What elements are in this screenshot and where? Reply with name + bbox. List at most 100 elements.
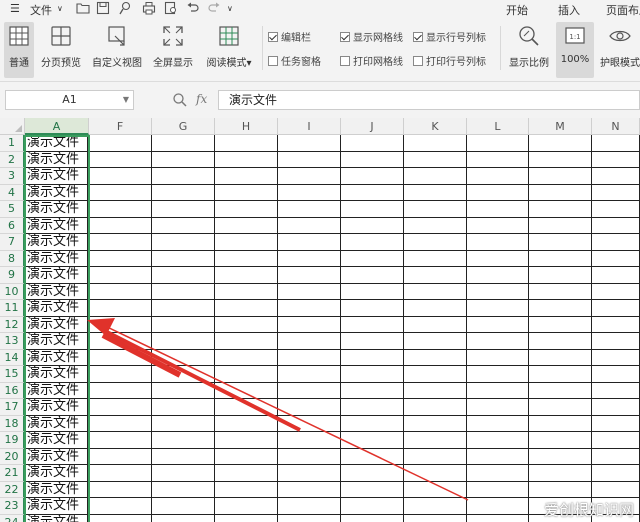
cell-i2[interactable] (278, 151, 341, 168)
cell-f6[interactable] (89, 217, 152, 234)
cell-g2[interactable] (152, 151, 215, 168)
cell-f22[interactable] (89, 481, 152, 498)
cell-a18[interactable]: 演示文件 (25, 415, 88, 432)
tab-home[interactable]: 开始 (506, 2, 528, 18)
cell-a6[interactable]: 演示文件 (25, 217, 88, 234)
file-menu[interactable]: 文件 (30, 2, 52, 18)
cell-f21[interactable] (89, 465, 152, 482)
cell-k22[interactable] (404, 481, 467, 498)
cell-j23[interactable] (341, 498, 404, 515)
cell-m14[interactable] (529, 349, 592, 366)
cell-l11[interactable] (467, 300, 529, 317)
cell-a3[interactable]: 演示文件 (25, 168, 88, 185)
cell-i14[interactable] (278, 349, 341, 366)
cell-h2[interactable] (215, 151, 278, 168)
cell-f1[interactable] (89, 135, 152, 152)
cell-f3[interactable] (89, 168, 152, 185)
cell-m21[interactable] (529, 465, 592, 482)
cell-i24[interactable] (278, 514, 341, 522)
name-box[interactable]: A1 ▼ (5, 90, 134, 110)
row-header-24[interactable]: 24 (0, 514, 25, 522)
cell-l15[interactable] (467, 366, 529, 383)
cell-n5[interactable] (592, 201, 640, 218)
cell-i12[interactable] (278, 316, 341, 333)
cell-f23[interactable] (89, 498, 152, 515)
cell-m17[interactable] (529, 399, 592, 416)
cell-a22[interactable]: 演示文件 (25, 481, 88, 498)
cell-k9[interactable] (404, 267, 467, 284)
cell-n15[interactable] (592, 366, 640, 383)
cell-i4[interactable] (278, 184, 341, 201)
cell-n7[interactable] (592, 234, 640, 251)
cell-h18[interactable] (215, 415, 278, 432)
cell-l17[interactable] (467, 399, 529, 416)
menu-icon[interactable]: ☰ (10, 2, 20, 15)
cell-f11[interactable] (89, 300, 152, 317)
cell-l24[interactable] (467, 514, 529, 522)
row-header-13[interactable]: 13 (0, 333, 25, 350)
tab-insert[interactable]: 插入 (558, 2, 580, 18)
row-header-17[interactable]: 17 (0, 399, 25, 416)
cell-k17[interactable] (404, 399, 467, 416)
cell-g24[interactable] (152, 514, 215, 522)
save-icon[interactable] (96, 1, 110, 15)
page-break-preview-button[interactable]: 分页预览 (38, 22, 84, 78)
row-header-7[interactable]: 7 (0, 234, 25, 251)
cell-m18[interactable] (529, 415, 592, 432)
cell-j4[interactable] (341, 184, 404, 201)
cell-k8[interactable] (404, 250, 467, 267)
cell-f14[interactable] (89, 349, 152, 366)
cell-h13[interactable] (215, 333, 278, 350)
cell-f10[interactable] (89, 283, 152, 300)
cell-a14[interactable]: 演示文件 (25, 349, 88, 366)
cell-l12[interactable] (467, 316, 529, 333)
cell-n20[interactable] (592, 448, 640, 465)
cell-h23[interactable] (215, 498, 278, 515)
cell-n13[interactable] (592, 333, 640, 350)
cell-g14[interactable] (152, 349, 215, 366)
cell-g3[interactable] (152, 168, 215, 185)
cell-i8[interactable] (278, 250, 341, 267)
cell-l20[interactable] (467, 448, 529, 465)
cell-h20[interactable] (215, 448, 278, 465)
cell-i21[interactable] (278, 465, 341, 482)
cell-a9[interactable]: 演示文件 (25, 267, 88, 284)
formula-bar-checkbox[interactable]: 编辑栏 (268, 29, 311, 44)
cell-l4[interactable] (467, 184, 529, 201)
cell-f24[interactable] (89, 514, 152, 522)
cell-g1[interactable] (152, 135, 215, 152)
cell-g4[interactable] (152, 184, 215, 201)
cell-i3[interactable] (278, 168, 341, 185)
cell-m15[interactable] (529, 366, 592, 383)
cell-a24[interactable]: 演示文件 (25, 514, 88, 522)
cell-l10[interactable] (467, 283, 529, 300)
cell-j19[interactable] (341, 432, 404, 449)
cell-j17[interactable] (341, 399, 404, 416)
cell-k10[interactable] (404, 283, 467, 300)
cell-h4[interactable] (215, 184, 278, 201)
cell-h5[interactable] (215, 201, 278, 218)
cell-j22[interactable] (341, 481, 404, 498)
cell-l1[interactable] (467, 135, 529, 152)
cell-n21[interactable] (592, 465, 640, 482)
cell-k13[interactable] (404, 333, 467, 350)
cell-a5[interactable]: 演示文件 (25, 201, 88, 218)
cell-g17[interactable] (152, 399, 215, 416)
show-headings-checkbox[interactable]: 显示行号列标 (413, 29, 486, 44)
zoom-search-icon[interactable] (172, 92, 188, 108)
eye-protection-button[interactable]: 护眼模式 (600, 22, 640, 78)
cell-j15[interactable] (341, 366, 404, 383)
cell-i15[interactable] (278, 366, 341, 383)
row-header-4[interactable]: 4 (0, 184, 25, 201)
cell-l18[interactable] (467, 415, 529, 432)
cell-i11[interactable] (278, 300, 341, 317)
cell-i9[interactable] (278, 267, 341, 284)
cell-g23[interactable] (152, 498, 215, 515)
cell-a8[interactable]: 演示文件 (25, 250, 88, 267)
cell-m3[interactable] (529, 168, 592, 185)
cell-h21[interactable] (215, 465, 278, 482)
cell-f5[interactable] (89, 201, 152, 218)
cell-a17[interactable]: 演示文件 (25, 399, 88, 416)
print-icon[interactable] (142, 1, 156, 15)
cell-k14[interactable] (404, 349, 467, 366)
